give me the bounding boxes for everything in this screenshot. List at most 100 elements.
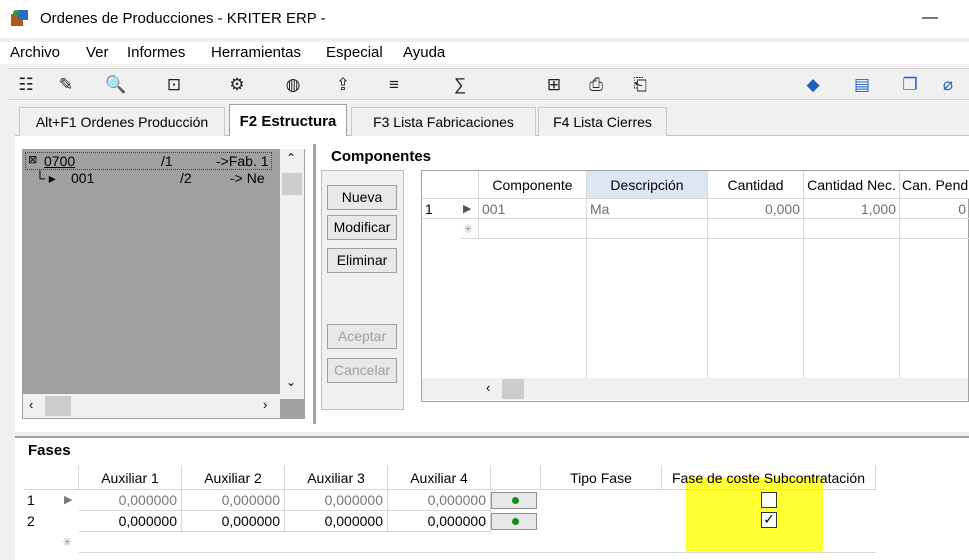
action-button[interactable] (491, 492, 537, 509)
column-header[interactable]: Auxiliar 3 (285, 466, 388, 490)
new-row[interactable] (79, 532, 876, 553)
minimize-button[interactable]: — (920, 6, 940, 30)
column-header[interactable]: Cantidad (708, 171, 804, 199)
scroll-up-icon[interactable]: ⌃ (286, 151, 296, 165)
tree-row[interactable]: └ ▸ 001 /2 -> Ne (25, 170, 279, 188)
window-title: Ordenes de Producciones - KRITER ERP - (40, 10, 326, 27)
scroll-thumb[interactable] (45, 396, 71, 416)
aux4-cell[interactable]: 0,000000 (388, 511, 491, 532)
grid-empty (708, 239, 804, 379)
list-icon[interactable]: ▤ (850, 73, 874, 97)
menu-bar: Archivo Ver Informes Herramientas Especi… (0, 42, 969, 64)
component-cell[interactable]: 001 (479, 199, 587, 219)
column-header[interactable]: Auxiliar 4 (388, 466, 491, 490)
menu-archivo[interactable]: Archivo (10, 44, 60, 61)
pencil-icon[interactable]: ✎ (54, 73, 78, 97)
scroll-left-icon[interactable]: ‹ (486, 380, 490, 395)
aux1-cell[interactable]: 0,000000 (79, 490, 182, 511)
column-header[interactable]: Tipo Fase (541, 466, 662, 490)
pending-cell[interactable]: 0 (900, 199, 969, 219)
column-header[interactable]: Descripción (587, 171, 708, 199)
grid-cell[interactable] (479, 219, 587, 239)
window-search-icon[interactable]: ⊡ (162, 73, 186, 97)
tab-strip: Alt+F1 Ordenes Producción F2 Estructura … (15, 104, 969, 137)
subcontratacion-checkbox-checked[interactable]: ✓ (761, 512, 777, 528)
aux1-cell[interactable]: 0,000000 (79, 511, 182, 532)
menu-ver[interactable]: Ver (86, 44, 109, 61)
printer-icon[interactable]: ⎙ (584, 73, 608, 97)
delete-button[interactable]: Eliminar (327, 248, 397, 273)
tab-ordenes-produccion[interactable]: Alt+F1 Ordenes Producción (19, 107, 225, 136)
tree-horizontal-scrollbar[interactable]: ‹ › (23, 394, 280, 418)
globe-icon[interactable]: ◍ (281, 73, 305, 97)
menu-especial[interactable]: Especial (326, 44, 383, 61)
settings-icon[interactable]: ⚙ (225, 73, 249, 97)
green-dot-icon (512, 497, 519, 504)
components-title: Componentes (331, 148, 432, 165)
grid-cell[interactable] (587, 219, 708, 239)
column-header[interactable] (491, 466, 541, 490)
column-header[interactable]: Can. Pend (900, 171, 969, 199)
stats-icon[interactable]: ∑ (448, 73, 472, 97)
preview-icon[interactable]: 🔍 (104, 73, 128, 97)
panel-splitter[interactable] (313, 144, 316, 424)
tree-num: /2 (180, 170, 192, 186)
column-header[interactable]: Fase de coste Subcontratación (662, 466, 876, 490)
hierarchy-icon[interactable]: ⊞ (542, 73, 566, 97)
aux2-cell[interactable]: 0,000000 (182, 490, 285, 511)
quantity-nec-cell[interactable]: 1,000 (804, 199, 900, 219)
structure-tree[interactable] (22, 149, 305, 419)
tab-estructura[interactable]: F2 Estructura (229, 104, 347, 137)
aux3-cell[interactable]: 0,000000 (285, 511, 388, 532)
grid-cell[interactable] (900, 219, 969, 239)
scroll-down-icon[interactable]: ⌄ (286, 375, 296, 389)
eraser-icon[interactable]: ◆ (801, 73, 825, 97)
subcontratacion-checkbox[interactable] (761, 492, 777, 508)
components-grid: Componente Descripción Cantidad Cantidad… (421, 170, 969, 402)
menu-herramientas[interactable]: Herramientas (211, 44, 301, 61)
document-export-icon[interactable]: ⎗ (628, 73, 652, 97)
accept-button[interactable]: Aceptar (327, 324, 397, 349)
scroll-thumb[interactable] (282, 173, 302, 195)
export-icon[interactable]: ⇪ (331, 73, 355, 97)
tree-row-selected[interactable]: ⊠ 0700 /1 ->Fab. 1 (25, 152, 272, 170)
quantity-cell[interactable]: 0,000 (708, 199, 804, 219)
aux3-cell[interactable]: 0,000000 (285, 490, 388, 511)
aux2-cell[interactable]: 0,000000 (182, 511, 285, 532)
grid-cell[interactable] (804, 219, 900, 239)
action-button[interactable] (491, 513, 537, 530)
menu-informes[interactable]: Informes (127, 44, 185, 61)
menu-ayuda[interactable]: Ayuda (403, 44, 445, 61)
new-row-icon: ✳ (62, 535, 73, 549)
components-buttons: Nueva Modificar Eliminar Aceptar Cancela… (321, 170, 404, 410)
tab-lista-cierres[interactable]: F4 Lista Cierres (538, 107, 667, 136)
new-button[interactable]: Nueva (327, 185, 397, 210)
row-number: 1 (27, 492, 35, 508)
collapse-icon[interactable]: ⊠ (28, 153, 37, 166)
description-cell[interactable]: Ma (587, 199, 708, 219)
column-header[interactable]: Cantidad Nec. (804, 171, 900, 199)
grid-empty (804, 239, 900, 379)
tab-lista-fabricaciones[interactable]: F3 Lista Fabricaciones (351, 107, 536, 136)
tree-view-icon[interactable]: ☷ (14, 73, 38, 97)
scroll-left-icon[interactable]: ‹ (29, 397, 33, 412)
cancel-button[interactable]: Cancelar (327, 358, 397, 383)
aux4-cell[interactable]: 0,000000 (388, 490, 491, 511)
row-number: 2 (27, 513, 35, 529)
scroll-right-icon[interactable]: › (263, 397, 267, 412)
tree-vertical-scrollbar[interactable]: ⌃ ⌄ (280, 149, 304, 399)
components-horizontal-scrollbar[interactable]: ‹ (422, 378, 968, 400)
grid-cell[interactable] (708, 219, 804, 239)
attachment-icon[interactable]: ⌀ (936, 73, 960, 97)
green-dot-icon (512, 518, 519, 525)
scroll-thumb[interactable] (502, 379, 524, 399)
modify-button[interactable]: Modificar (327, 215, 397, 240)
column-header[interactable]: Componente (479, 171, 587, 199)
column-header[interactable]: Auxiliar 2 (182, 466, 285, 490)
column-header[interactable]: Auxiliar 1 (79, 466, 182, 490)
tree-code: 0700 (44, 153, 76, 169)
windows-icon[interactable]: ❐ (898, 73, 922, 97)
grid-empty (479, 239, 587, 379)
tree-connector-icon: └ ▸ (35, 170, 56, 186)
edit-list-icon[interactable]: ≡ (382, 73, 406, 97)
